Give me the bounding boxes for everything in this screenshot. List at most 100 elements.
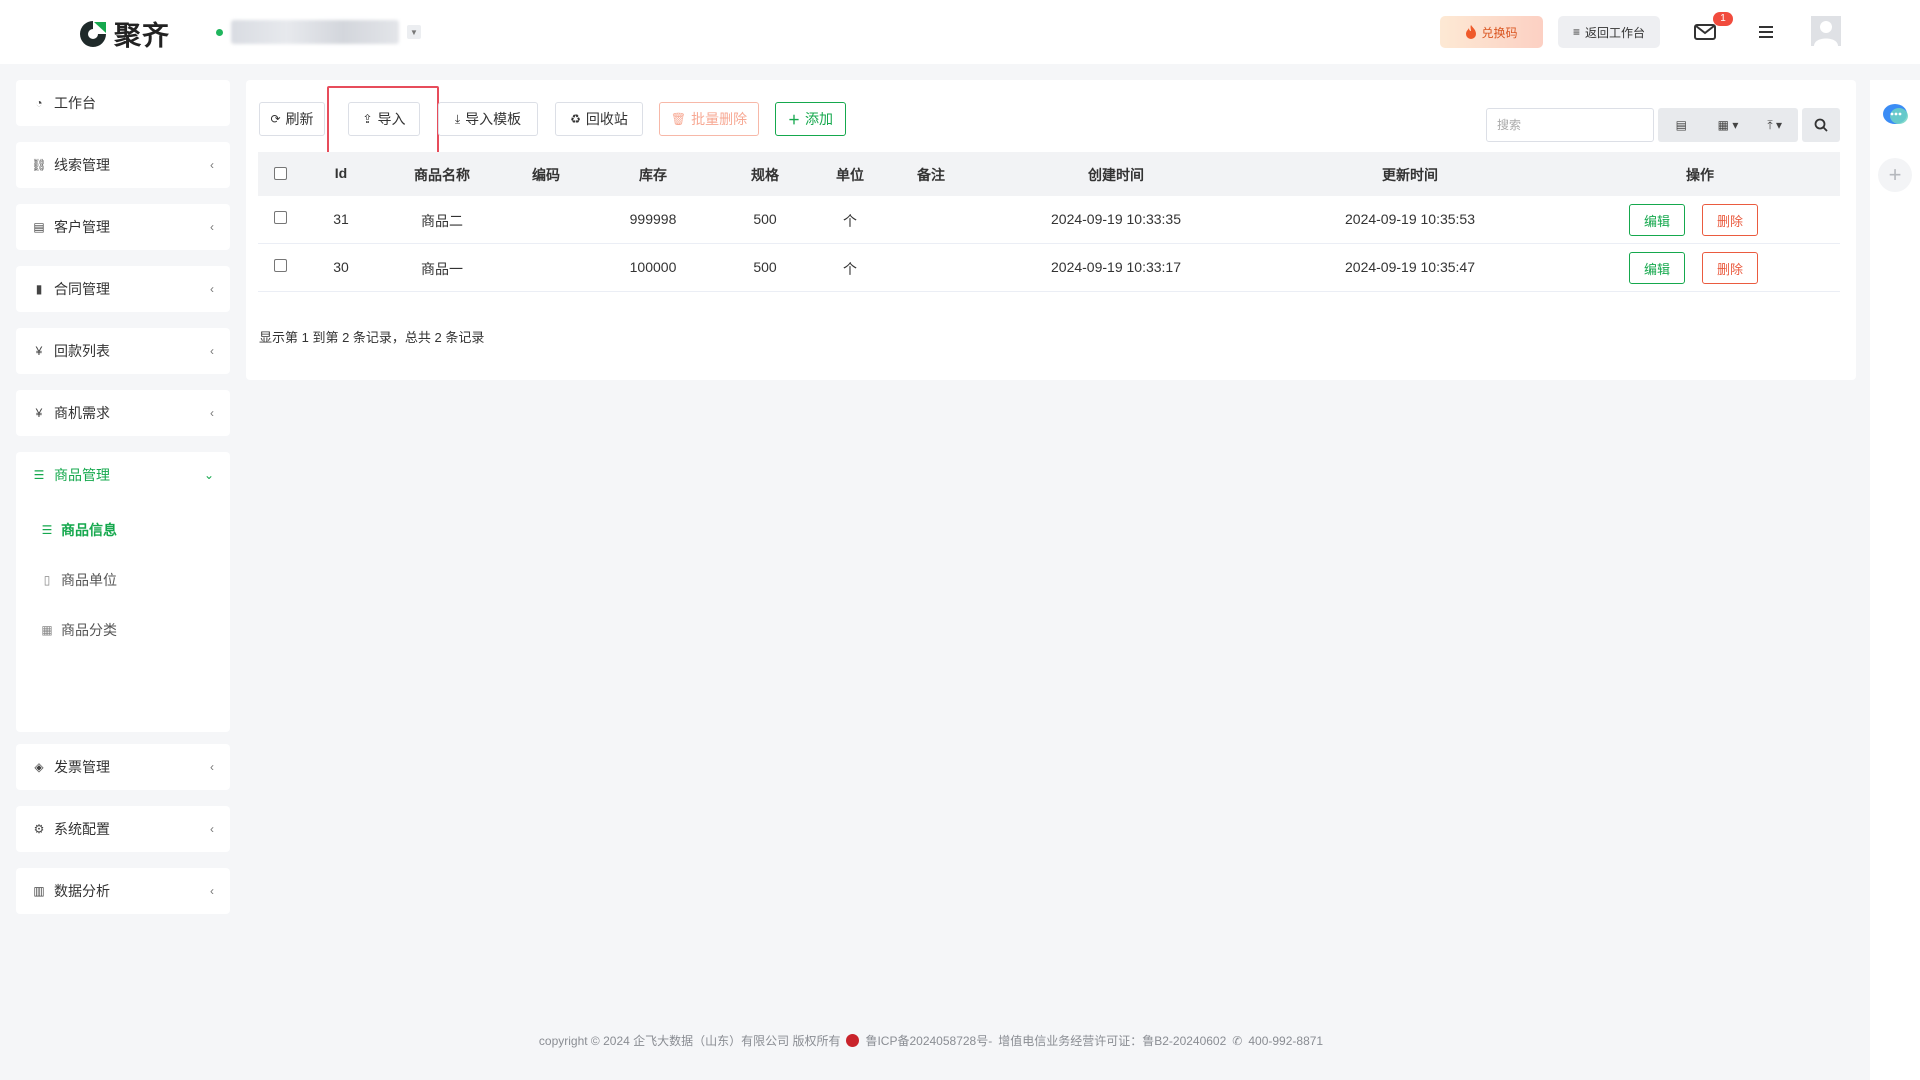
file-icon: ▯ (43, 573, 51, 587)
yen-icon: ¥ (35, 406, 43, 420)
table-row[interactable]: 30 商品一 100000 500 个 2024-09-19 10:33:17 … (258, 244, 1840, 292)
yen-icon: ¥ (35, 344, 43, 358)
recycle-label: 回收站 (585, 111, 628, 127)
list-icon: ☰ (41, 523, 53, 537)
sidebar-item-workbench[interactable]: ◔ 工作台 (16, 80, 230, 126)
row-checkbox[interactable] (274, 211, 287, 224)
org-selector[interactable]: ▼ (216, 20, 421, 44)
cell-created: 2024-09-19 10:33:35 (1051, 211, 1181, 227)
select-all-checkbox[interactable] (274, 167, 287, 180)
column-header[interactable]: 库存 (639, 165, 667, 185)
refresh-button[interactable]: ⟳ 刷新 (259, 102, 325, 136)
export-icon: ⤒ ▾ (1767, 117, 1783, 132)
delete-button[interactable]: 删除 (1702, 252, 1758, 284)
chevron-left-icon: ‹ (210, 884, 214, 898)
sidebar-item-label: 工作台 (54, 95, 96, 111)
import-button[interactable]: ⇪ 导入 (348, 102, 420, 136)
brand-logo[interactable]: 聚齐 (78, 14, 170, 53)
chevron-left-icon: ‹ (210, 406, 214, 420)
fire-icon (1466, 25, 1477, 39)
cell-spec: 500 (753, 211, 777, 227)
sidebar-item-invoices[interactable]: ◈ 发票管理 ‹ (16, 744, 230, 790)
cell-id: 30 (333, 259, 349, 275)
submenu-item-product-unit[interactable]: ▯ 商品单位 (39, 570, 117, 590)
bookmark-icon: ▮ (35, 282, 43, 296)
row-checkbox[interactable] (274, 259, 287, 272)
column-header[interactable]: 规格 (751, 165, 779, 185)
edit-button[interactable]: 编辑 (1629, 204, 1685, 236)
chevron-left-icon: ‹ (210, 220, 214, 234)
submenu-item-product-info[interactable]: ☰ 商品信息 (39, 520, 117, 540)
sidebar-item-label: 数据分析 (54, 883, 110, 899)
tag-icon: ◈ (34, 760, 44, 774)
import-template-button[interactable]: ⤓ 导入模板 (438, 102, 538, 136)
column-header[interactable]: 单位 (836, 165, 864, 185)
chat-assistant-icon[interactable] (1882, 102, 1910, 128)
upload-icon: ⇪ (362, 112, 373, 126)
column-header[interactable]: 商品名称 (414, 165, 470, 185)
batch-delete-button[interactable]: 🗑 批量删除 (659, 102, 759, 136)
delete-button[interactable]: 删除 (1702, 204, 1758, 236)
unread-badge: 1 (1713, 12, 1733, 26)
submenu-item-product-category[interactable]: ▦ 商品分类 (39, 620, 117, 640)
hamburger-menu-icon[interactable] (1755, 21, 1777, 43)
columns-dropdown-button[interactable]: ▦ ▾ (1705, 108, 1752, 142)
phone-text: 400-992-8871 (1248, 1033, 1324, 1048)
pagination-info: 显示第 1 到第 2 条记录，总共 2 条记录 (259, 330, 485, 345)
sidebar-item-label: 商机需求 (54, 405, 110, 421)
sidebar-item-products[interactable]: ☰ 商品管理 ⌄ (16, 452, 230, 498)
edit-button[interactable]: 编辑 (1629, 252, 1685, 284)
table-row[interactable]: 31 商品二 999998 500 个 2024-09-19 10:33:35 … (258, 196, 1840, 244)
column-header[interactable]: 更新时间 (1382, 165, 1438, 185)
trash-icon: 🗑 (670, 112, 687, 126)
search-button[interactable] (1802, 108, 1840, 142)
add-shortcut-button[interactable]: + (1878, 158, 1912, 192)
menu-lines-icon: ≡ (1572, 25, 1580, 39)
brand-name: 聚齐 (114, 21, 170, 51)
sidebar-item-leads[interactable]: ⛓ 线索管理 ‹ (16, 142, 230, 188)
icp-link[interactable]: 鲁ICP备2024058728号- (865, 1032, 992, 1049)
column-header[interactable]: Id (335, 165, 347, 181)
submenu-item-label: 商品分类 (61, 622, 117, 638)
plus-icon: ＋ (787, 112, 800, 127)
link-icon: ⛓ (31, 158, 47, 172)
sidebar-item-label: 回款列表 (54, 343, 110, 359)
sidebar-item-customers[interactable]: ▤ 客户管理 ‹ (16, 204, 230, 250)
cell-updated: 2024-09-19 10:35:47 (1345, 259, 1475, 275)
sidebar-item-settings[interactable]: ⚙ 系统配置 ‹ (16, 806, 230, 852)
caret-down-icon[interactable]: ▼ (407, 25, 421, 39)
column-header[interactable]: 备注 (917, 165, 945, 185)
sidebar-item-contracts[interactable]: ▮ 合同管理 ‹ (16, 266, 230, 312)
right-rail: + (1870, 80, 1920, 1080)
sidebar-item-analytics[interactable]: ▥ 数据分析 ‹ (16, 868, 230, 914)
sidebar-item-label: 合同管理 (54, 281, 110, 297)
sidebar-item-payments[interactable]: ¥ 回款列表 ‹ (16, 328, 230, 374)
search-input[interactable] (1486, 108, 1654, 142)
column-header: 操作 (1686, 167, 1714, 183)
redeem-code-button[interactable]: 兑换码 (1440, 16, 1543, 48)
column-header[interactable]: 创建时间 (1088, 165, 1144, 185)
cell-unit: 个 (843, 261, 857, 277)
org-name-blurred (231, 20, 399, 44)
export-dropdown-button[interactable]: ⤒ ▾ (1751, 108, 1798, 142)
refresh-label: 刷新 (285, 111, 314, 127)
gears-icon: ⚙ (33, 822, 45, 836)
toggle-view-button[interactable]: ▤ (1658, 108, 1705, 142)
sidebar-item-label: 商品管理 (54, 467, 110, 483)
chevron-left-icon: ‹ (210, 158, 214, 172)
recycle-bin-button[interactable]: ♻ 回收站 (555, 102, 643, 136)
add-button[interactable]: ＋ 添加 (775, 102, 846, 136)
chevron-left-icon: ‹ (210, 282, 214, 296)
police-badge-icon (846, 1034, 860, 1047)
back-to-workspace-button[interactable]: ≡ 返回工作台 (1558, 16, 1660, 48)
copyright-text: copyright © 2024 企飞大数据（山东）有限公司 版权所有 (538, 1034, 841, 1048)
cell-created: 2024-09-19 10:33:17 (1051, 259, 1181, 275)
cell-updated: 2024-09-19 10:35:53 (1345, 211, 1475, 227)
import-label: 导入 (377, 111, 406, 127)
column-header[interactable]: 编码 (532, 165, 560, 185)
list-view-icon: ▤ (1675, 118, 1687, 132)
sidebar-item-opportunities[interactable]: ¥ 商机需求 ‹ (16, 390, 230, 436)
user-avatar[interactable] (1811, 16, 1841, 46)
top-header: 聚齐 ▼ 兑换码 ≡ 返回工作台 1 (0, 0, 1920, 64)
sidebar-item-label: 发票管理 (54, 759, 110, 775)
